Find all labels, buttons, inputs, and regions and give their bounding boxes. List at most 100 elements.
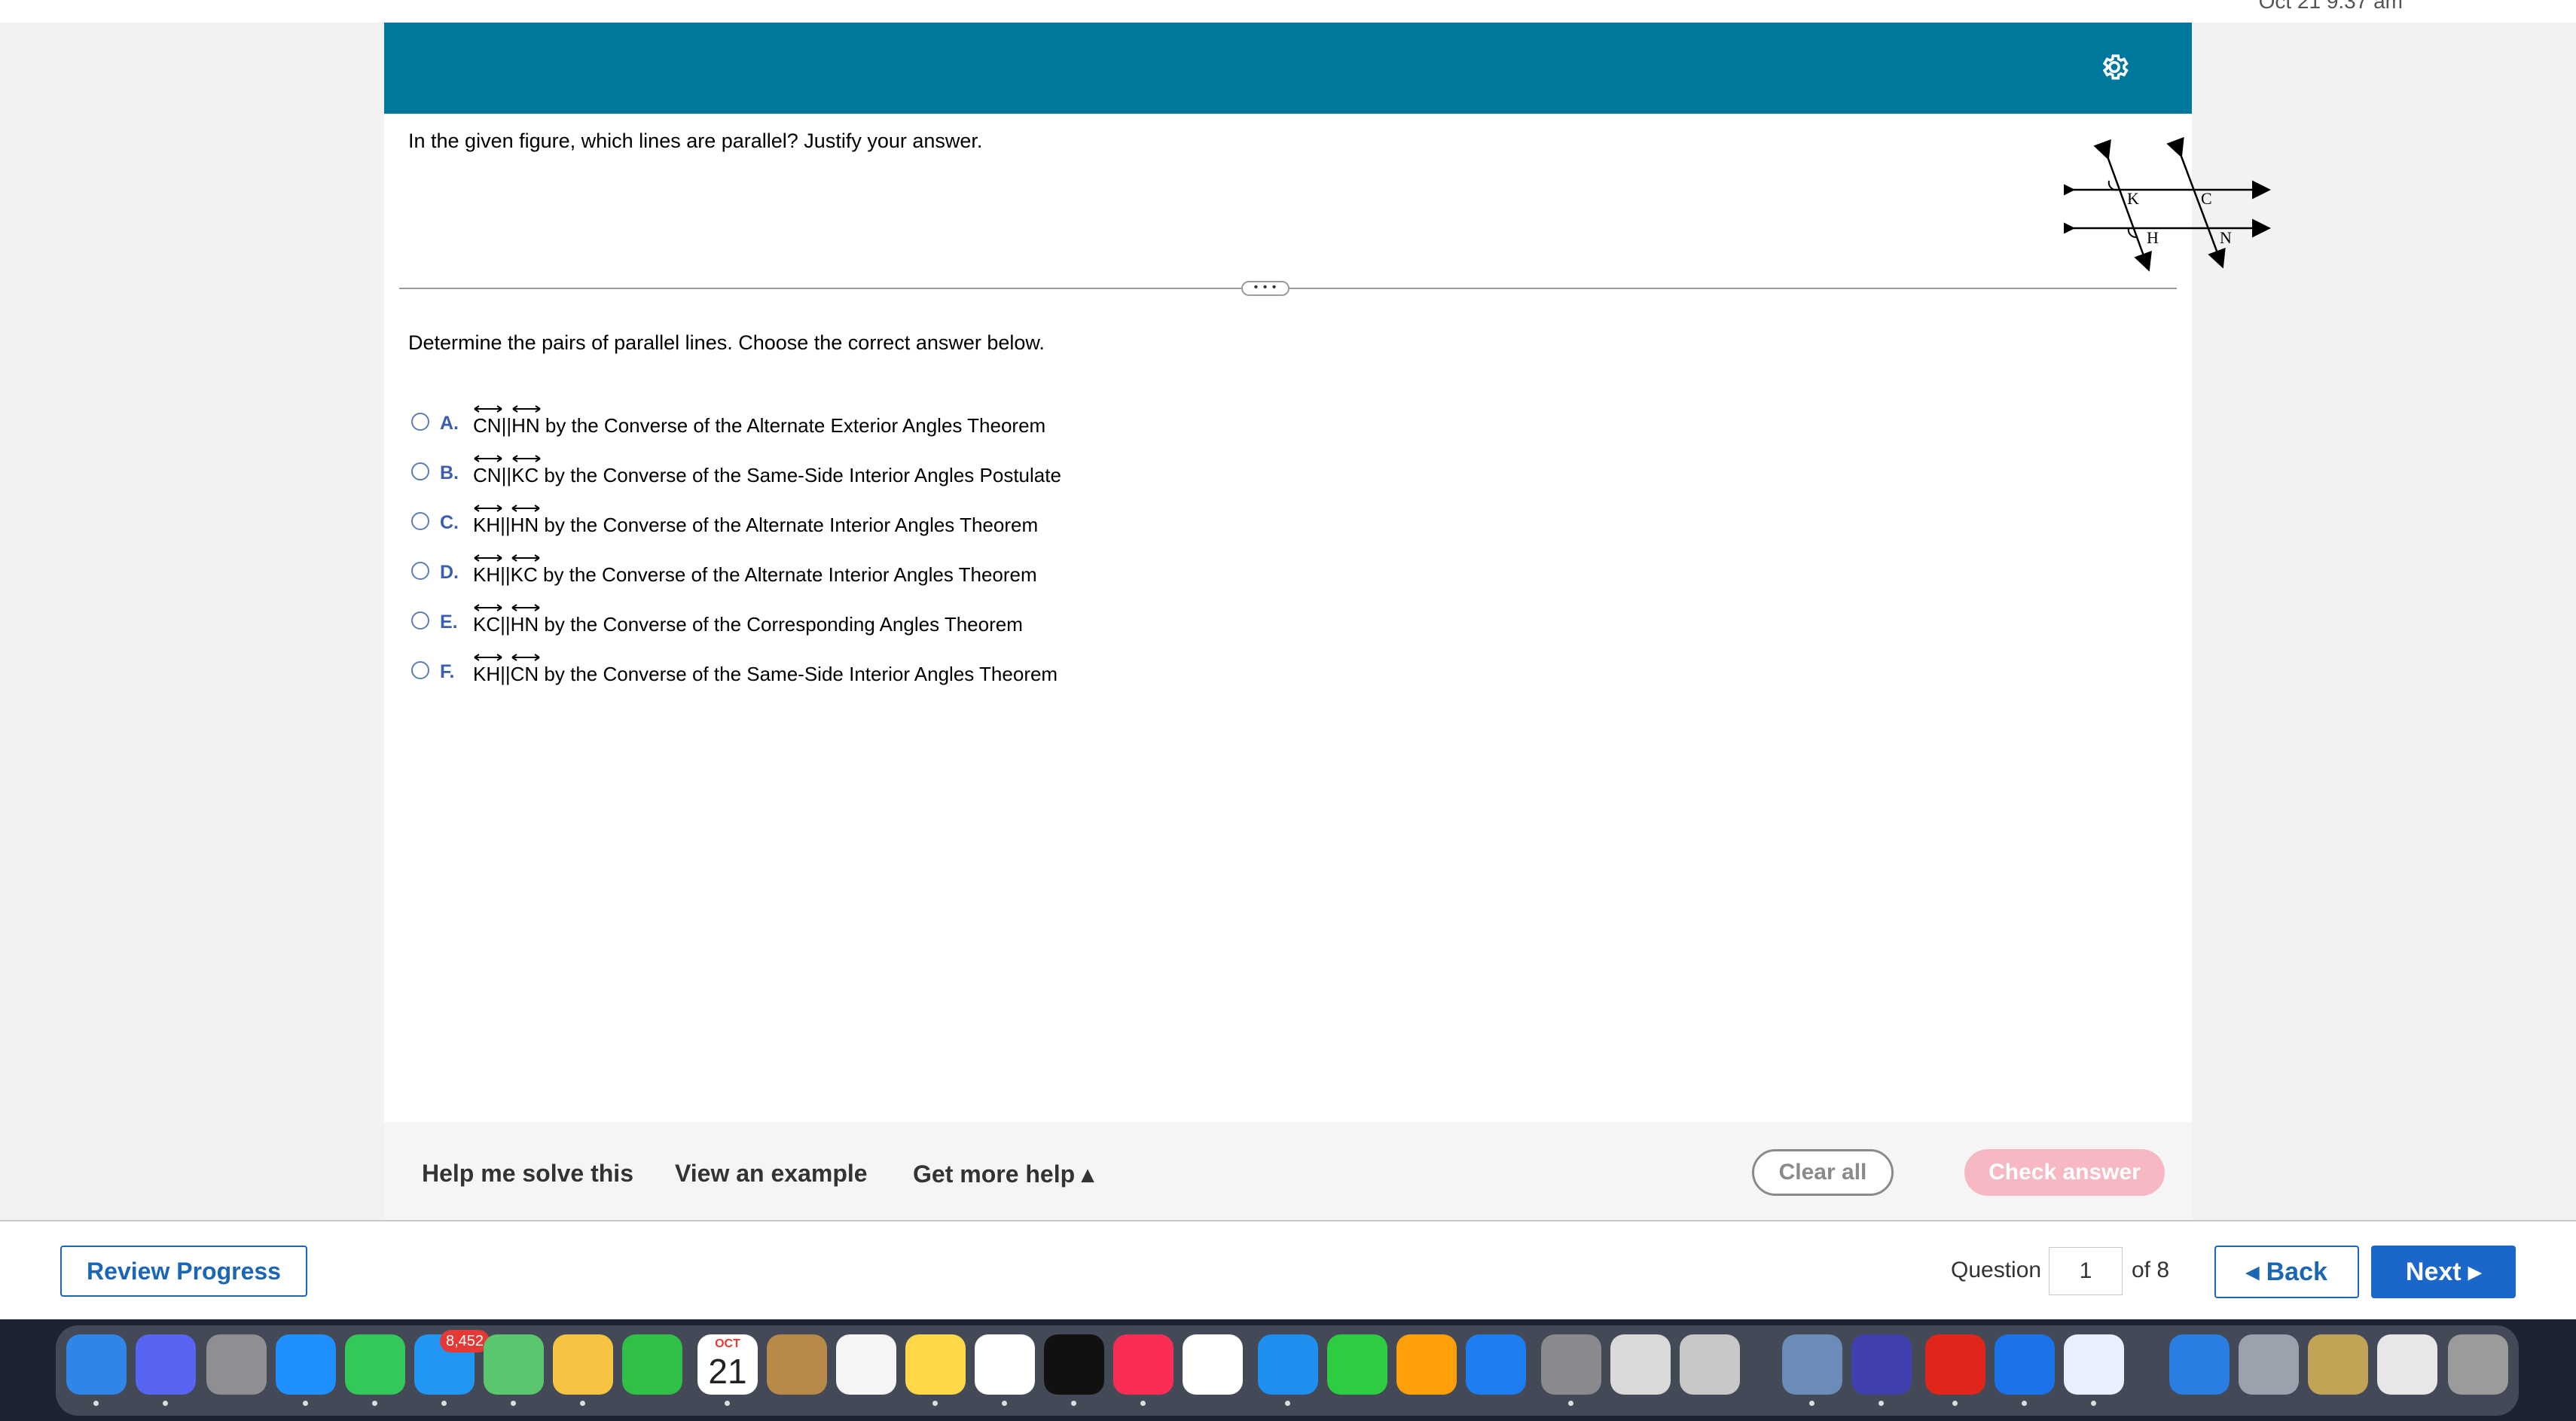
screenshot-stack-icon[interactable] xyxy=(2377,1334,2437,1395)
back-button[interactable]: ◂ Back xyxy=(2214,1246,2359,1298)
help-bar xyxy=(384,1122,2192,1220)
running-indicator xyxy=(1879,1401,1884,1406)
safari-icon[interactable] xyxy=(276,1334,336,1395)
maps-icon[interactable] xyxy=(484,1334,544,1395)
running-indicator xyxy=(1002,1401,1007,1406)
footer-bar xyxy=(0,1221,2576,1319)
choice-letter: C. xyxy=(440,512,459,533)
line-notation: KC xyxy=(473,604,502,636)
discord-icon[interactable] xyxy=(136,1334,196,1395)
choice-letter: F. xyxy=(440,661,455,682)
running-indicator xyxy=(163,1401,168,1406)
calendar-month: OCT xyxy=(715,1337,740,1350)
app-store-icon[interactable] xyxy=(1466,1334,1526,1395)
radio-button[interactable] xyxy=(411,562,429,580)
divider-handle[interactable]: • • • xyxy=(1241,281,1290,296)
running-indicator xyxy=(932,1401,938,1406)
notes-icon[interactable] xyxy=(905,1334,966,1395)
choice-text: CN|| HN by the Converse of the Alternate … xyxy=(473,405,1045,438)
iphone-mirroring-icon[interactable] xyxy=(1680,1334,1740,1395)
radio-button[interactable] xyxy=(411,512,429,530)
top-strip: Oct 21 9:37 am xyxy=(0,0,2576,23)
next-button[interactable]: Next ▸ xyxy=(2371,1246,2516,1298)
label-k: K xyxy=(2127,189,2139,208)
help-me-solve-link[interactable]: Help me solve this xyxy=(422,1160,633,1188)
line-notation: CN xyxy=(473,455,502,487)
accessibility-icon[interactable] xyxy=(1995,1334,2055,1395)
double-arrow-icon xyxy=(474,654,502,661)
music-icon[interactable] xyxy=(1113,1334,1174,1395)
line-notation: KC xyxy=(511,554,540,587)
label-n: N xyxy=(2220,228,2232,247)
line-notation: HN xyxy=(511,505,540,537)
choice-text: CN|| KC by the Converse of the Same-Side … xyxy=(473,455,1061,487)
radio-button[interactable] xyxy=(411,462,429,480)
check-answer-button[interactable]: Check answer xyxy=(1964,1149,2165,1196)
choice-text: KH|| KC by the Converse of the Alternate … xyxy=(473,554,1037,587)
pages-icon[interactable] xyxy=(1396,1334,1457,1395)
question-panel: In the given figure, which lines are par… xyxy=(384,23,2271,1122)
facetime-icon[interactable] xyxy=(622,1334,682,1395)
running-indicator xyxy=(1952,1401,1958,1406)
calendar-day: 21 xyxy=(708,1352,747,1391)
line-notation: KH xyxy=(473,654,502,686)
double-arrow-icon xyxy=(511,604,540,611)
trash-icon[interactable] xyxy=(2448,1334,2508,1395)
reminders-icon[interactable] xyxy=(836,1334,896,1395)
freeform-icon[interactable] xyxy=(975,1334,1035,1395)
running-indicator xyxy=(1140,1401,1146,1406)
running-indicator xyxy=(725,1401,730,1406)
news-icon[interactable] xyxy=(1183,1334,1243,1395)
stop-hand-icon[interactable] xyxy=(1925,1334,1985,1395)
double-arrow-icon xyxy=(474,554,502,562)
double-arrow-icon xyxy=(474,604,502,611)
running-indicator xyxy=(303,1401,308,1406)
roblox-icon[interactable] xyxy=(1610,1334,1671,1395)
launchpad-icon[interactable] xyxy=(206,1334,267,1395)
running-indicator xyxy=(511,1401,516,1406)
documents-stack-icon[interactable] xyxy=(2308,1334,2368,1395)
question-label: Question xyxy=(1951,1258,2042,1282)
globe-icon[interactable] xyxy=(2169,1334,2230,1395)
preview-icon[interactable] xyxy=(1782,1334,1842,1395)
numbers-icon[interactable] xyxy=(1327,1334,1387,1395)
photos-icon[interactable] xyxy=(553,1334,613,1395)
system-settings-icon[interactable] xyxy=(1541,1334,1601,1395)
header-banner xyxy=(384,23,2192,114)
running-indicator xyxy=(1568,1401,1573,1406)
double-arrow-icon xyxy=(474,405,502,413)
testflight-icon[interactable] xyxy=(1851,1334,1912,1395)
double-arrow-icon xyxy=(511,654,540,661)
radio-button[interactable] xyxy=(411,413,429,431)
running-indicator xyxy=(93,1401,99,1406)
running-indicator xyxy=(2091,1401,2096,1406)
radio-button[interactable] xyxy=(411,611,429,630)
line-notation: KC xyxy=(511,455,541,487)
running-indicator xyxy=(1809,1401,1814,1406)
mail-badge: 8,452 xyxy=(440,1330,490,1352)
line-notation: CN xyxy=(511,654,540,686)
downloads-stack-icon[interactable] xyxy=(2239,1334,2299,1395)
running-indicator xyxy=(441,1401,447,1406)
get-more-help-menu[interactable]: Get more help ▴ xyxy=(913,1160,1094,1188)
menu-clock: Oct 21 9:37 am xyxy=(2258,0,2403,13)
clear-all-button[interactable]: Clear all xyxy=(1752,1149,1894,1196)
choice-letter: A. xyxy=(440,413,459,434)
line-notation: KH xyxy=(473,505,502,537)
apple-tv-icon[interactable] xyxy=(1044,1334,1104,1395)
passwords-icon[interactable] xyxy=(2064,1334,2124,1395)
double-arrow-icon xyxy=(512,405,541,413)
question-number-input[interactable]: 1 xyxy=(2049,1247,2123,1295)
finder-icon[interactable] xyxy=(66,1334,127,1395)
messages-icon[interactable] xyxy=(345,1334,405,1395)
contacts-icon[interactable] xyxy=(767,1334,827,1395)
gear-icon[interactable] xyxy=(2098,51,2130,83)
radio-button[interactable] xyxy=(411,661,429,679)
review-progress-button[interactable]: Review Progress xyxy=(60,1246,307,1297)
keynote-icon[interactable] xyxy=(1258,1334,1318,1395)
view-example-link[interactable]: View an example xyxy=(675,1160,868,1188)
running-indicator xyxy=(1071,1401,1076,1406)
label-c: C xyxy=(2201,189,2212,208)
choice-letter: E. xyxy=(440,611,458,633)
double-arrow-icon xyxy=(511,554,540,562)
